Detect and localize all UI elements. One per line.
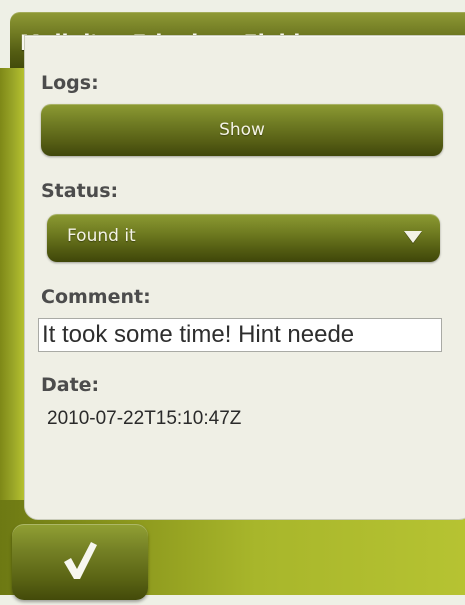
status-label: Status: [41,180,119,202]
show-logs-button[interactable]: Show [41,104,443,156]
chevron-down-icon [404,231,422,243]
logs-label: Logs: [41,72,99,94]
confirm-button[interactable] [12,524,148,600]
status-selected-value: Found it [67,226,136,246]
field-notes-screen: Moli d'en Frigola > Field notes Logs: Sh… [0,0,465,605]
check-icon [64,542,97,579]
status-select[interactable]: Found it [47,214,440,262]
date-label: Date: [41,374,100,396]
comment-input[interactable] [38,318,442,352]
date-value: 2010-07-22T15:10:47Z [47,408,242,429]
comment-label: Comment: [41,286,151,308]
